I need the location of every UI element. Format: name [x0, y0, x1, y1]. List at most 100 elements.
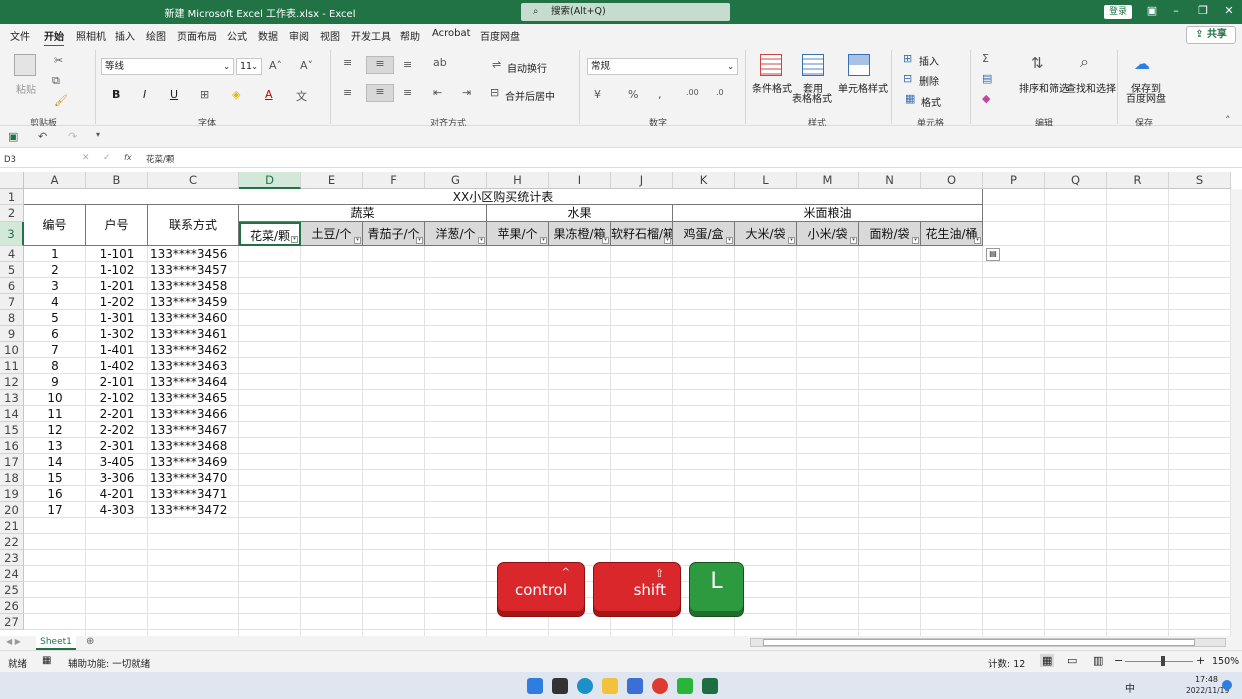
quick-analysis-icon[interactable]: ▤ — [986, 248, 1000, 261]
tab-help[interactable]: 帮助 — [400, 28, 420, 43]
tab-formulas[interactable]: 公式 — [227, 28, 247, 43]
customize-qat-icon[interactable]: ▾ — [96, 130, 100, 139]
cell-number[interactable]: 11 — [26, 406, 84, 422]
row-header[interactable]: 25 — [0, 582, 24, 598]
cell-room[interactable]: 1-202 — [88, 294, 146, 310]
row-header[interactable]: 8 — [0, 310, 24, 326]
tab-home[interactable]: 开始 — [44, 28, 64, 47]
subheader-cell[interactable]: 土豆/个 ▾ — [301, 222, 363, 246]
formula-content[interactable]: 花菜/颗 — [146, 153, 174, 167]
clock-time[interactable]: 17:48 — [1188, 675, 1218, 684]
page-layout-view-icon[interactable]: ▭ — [1067, 654, 1077, 667]
row-header[interactable]: 1 — [0, 189, 24, 205]
row-header[interactable]: 18 — [0, 470, 24, 486]
filter-dropdown-icon[interactable]: ▾ — [912, 237, 919, 244]
wechat-icon[interactable] — [677, 678, 693, 694]
row-header[interactable]: 26 — [0, 598, 24, 614]
fill-icon[interactable]: ▤ — [982, 72, 992, 85]
number-format-select[interactable]: 常规 ⌄ — [587, 58, 738, 75]
row-header[interactable]: 6 — [0, 278, 24, 294]
add-sheet-icon[interactable]: ⊕ — [86, 636, 94, 647]
zoom-in-icon[interactable]: + — [1196, 654, 1205, 667]
row-header[interactable]: 27 — [0, 614, 24, 630]
cell-room[interactable]: 1-401 — [88, 342, 146, 358]
row-header[interactable]: 21 — [0, 518, 24, 534]
cell-room[interactable]: 1-301 — [88, 310, 146, 326]
cell-room[interactable]: 2-301 — [88, 438, 146, 454]
scrollbar-thumb[interactable] — [763, 639, 1195, 646]
chrome-icon[interactable] — [652, 678, 668, 694]
phonetic-icon[interactable]: 文 — [296, 88, 307, 104]
delete-cells-button[interactable]: 删除 — [919, 73, 939, 88]
cell-room[interactable]: 2-101 — [88, 374, 146, 390]
restore-icon[interactable]: ❐ — [1196, 4, 1210, 17]
horizontal-scrollbar[interactable] — [750, 638, 1226, 647]
task-view-icon[interactable] — [552, 678, 568, 694]
cell-contact[interactable]: 133****3467 — [150, 422, 247, 438]
tab-acrobat[interactable]: Acrobat — [432, 28, 471, 39]
macro-record-icon[interactable]: ▦ — [42, 655, 51, 666]
insert-cells-icon[interactable]: ⊞ — [903, 52, 912, 65]
tab-draw[interactable]: 绘图 — [146, 28, 166, 43]
column-header[interactable]: K — [673, 172, 735, 189]
file-explorer-icon[interactable] — [602, 678, 618, 694]
column-header[interactable]: B — [86, 172, 148, 189]
format-cells-icon[interactable]: ▦ — [905, 92, 915, 105]
cell-room[interactable]: 1-101 — [88, 246, 146, 262]
copy-icon[interactable]: ⧉ — [52, 74, 60, 88]
cell-contact[interactable]: 133****3456 — [150, 246, 247, 262]
italic-icon[interactable]: I — [143, 88, 146, 101]
cell-room[interactable]: 1-201 — [88, 278, 146, 294]
row-header[interactable]: 9 — [0, 326, 24, 342]
excel-taskbar-icon[interactable] — [702, 678, 718, 694]
cell-number[interactable]: 3 — [26, 278, 84, 294]
tab-page-layout[interactable]: 页面布局 — [177, 28, 217, 43]
subheader-cell[interactable]: 大米/袋 ▾ — [735, 222, 797, 246]
cell-contact[interactable]: 133****3468 — [150, 438, 247, 454]
decrease-indent-icon[interactable]: ⇤ — [433, 86, 442, 99]
subheader-cell[interactable]: 青茄子/个 ▾ — [363, 222, 425, 246]
cell-number[interactable]: 12 — [26, 422, 84, 438]
tab-data[interactable]: 数据 — [258, 28, 278, 43]
column-header[interactable]: J — [611, 172, 673, 189]
filter-dropdown-icon[interactable]: ▾ — [602, 237, 609, 244]
increase-font-icon[interactable]: A˄ — [269, 59, 282, 72]
minimize-icon[interactable]: – — [1169, 4, 1183, 17]
column-header[interactable]: A — [24, 172, 86, 189]
tab-developer[interactable]: 开发工具 — [351, 28, 391, 43]
cell-room[interactable]: 1-302 — [88, 326, 146, 342]
sort-filter-button[interactable]: 排序和筛选 — [1019, 80, 1069, 95]
zoom-level[interactable]: 150% — [1212, 656, 1239, 667]
column-header[interactable]: F — [363, 172, 425, 189]
fill-color-icon[interactable]: ◈ — [232, 88, 240, 101]
login-button[interactable]: 登录 — [1104, 5, 1132, 19]
insert-function-icon[interactable]: fx — [124, 153, 132, 162]
header-number[interactable]: 编号 — [24, 205, 86, 246]
category-fruit[interactable]: 水果 — [487, 205, 673, 222]
border-icon[interactable]: ⊞ — [200, 88, 209, 101]
row-header[interactable]: 16 — [0, 438, 24, 454]
cell-contact[interactable]: 133****3459 — [150, 294, 247, 310]
cell-contact[interactable]: 133****3471 — [150, 486, 247, 502]
font-name-select[interactable]: 等线 ⌄ — [101, 58, 234, 75]
increase-decimal-icon[interactable]: .00 — [686, 88, 699, 97]
edge-icon[interactable] — [577, 678, 593, 694]
decrease-decimal-icon[interactable]: .0 — [716, 88, 724, 97]
sheet-tab-sheet1[interactable]: Sheet1 — [36, 636, 76, 650]
category-vegetables[interactable]: 蔬菜 — [239, 205, 487, 222]
subheader-cell[interactable]: 软籽石榴/箱 ▾ — [611, 222, 673, 246]
align-middle-icon[interactable]: ≡ — [366, 56, 394, 74]
column-header[interactable]: E — [301, 172, 363, 189]
vertical-scrollbar[interactable] — [1231, 189, 1242, 636]
comma-style-icon[interactable]: , — [658, 88, 662, 101]
cell-contact[interactable]: 133****3463 — [150, 358, 247, 374]
wrap-text-icon[interactable]: ⇌ — [492, 58, 501, 71]
format-painter-icon[interactable]: 🖌 — [54, 94, 68, 107]
cell-number[interactable]: 4 — [26, 294, 84, 310]
filter-dropdown-icon[interactable]: ▾ — [726, 237, 733, 244]
paste-icon[interactable] — [14, 54, 36, 76]
bold-icon[interactable]: B — [112, 88, 120, 101]
filter-dropdown-icon[interactable]: ▾ — [416, 237, 423, 244]
row-header[interactable]: 10 — [0, 342, 24, 358]
conditional-format-icon[interactable] — [760, 54, 782, 76]
